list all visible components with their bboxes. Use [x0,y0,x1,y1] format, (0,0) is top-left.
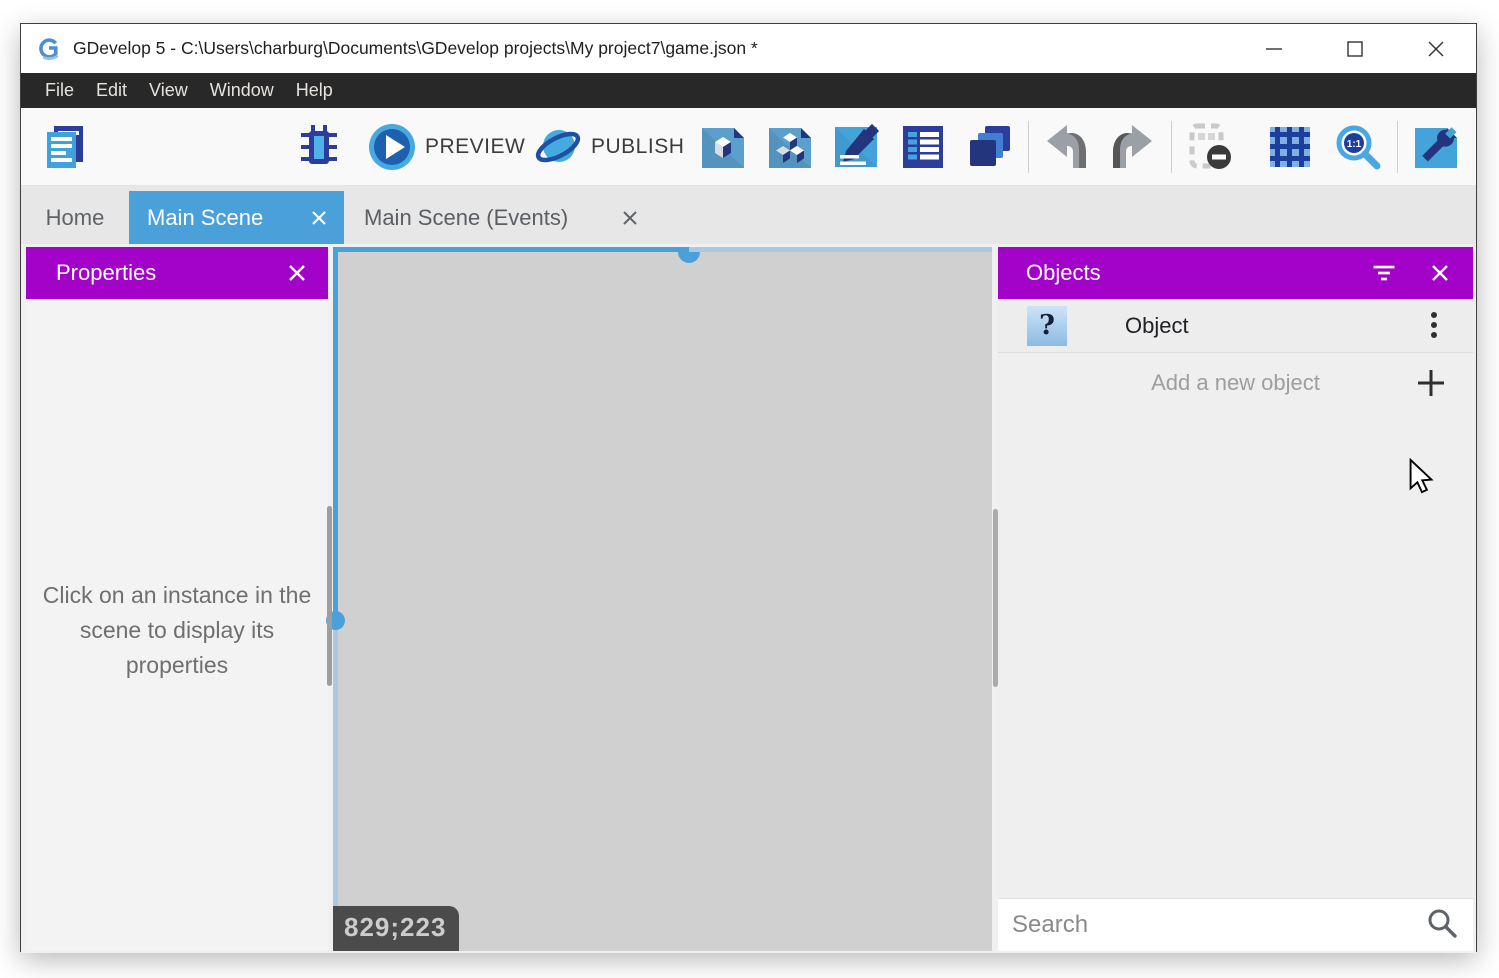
menu-edit[interactable]: Edit [85,73,138,108]
preview-label: PREVIEW [425,135,525,159]
project-manager-button[interactable] [39,122,89,172]
project-manager-icon [39,122,89,172]
menu-view[interactable]: View [138,73,199,108]
toggle-window-mask-button[interactable] [1185,122,1235,172]
window-title: GDevelop 5 - C:\Users\charburg\Documents… [73,38,758,59]
add-new-object-button[interactable]: Add a new object [998,353,1473,413]
properties-empty-message: Click on an instance in the scene to dis… [26,578,328,683]
scene-properties-pencil-icon [831,122,881,172]
layers-icon [964,122,1014,172]
kebab-menu-icon [1430,311,1438,341]
instances-list-icon [898,122,948,172]
properties-panel: Properties Click on an instance in the s… [26,247,328,951]
edit-objects-icon [698,122,748,172]
window-controls [1233,24,1476,73]
scene-canvas[interactable]: 829;223 [333,247,992,951]
properties-close-button[interactable] [282,258,312,288]
preview-play-icon [367,122,417,172]
zoom-original-button[interactable]: 1:1 [1333,122,1383,172]
toolbar-separator [1028,121,1029,173]
toolbar-separator [1171,121,1172,173]
scene-border-left-extension [333,621,338,951]
close-icon [287,263,307,283]
properties-panel-header: Properties [26,247,328,299]
objects-search-input[interactable] [998,911,1425,939]
preview-button[interactable]: PREVIEW [367,122,525,172]
svg-text:1:1: 1:1 [1347,139,1362,150]
scene-border-top [333,247,689,252]
menu-window[interactable]: Window [199,73,285,108]
canvas-left-scrollbar[interactable] [327,506,332,686]
menu-bar: File Edit View Window Help [21,73,1476,108]
tab-main-scene[interactable]: Main Scene [129,191,344,244]
tab-main-scene-close-button[interactable] [308,207,330,229]
edit-scene-properties-button[interactable] [831,122,881,172]
tab-main-scene-events-close-button[interactable] [619,207,641,229]
gdevelop-logo-icon [37,36,62,61]
zoom-one-to-one-icon: 1:1 [1333,122,1383,172]
close-icon [1430,263,1450,283]
close-icon [311,210,327,226]
plus-icon [1415,367,1447,404]
tab-home[interactable]: Home [21,191,129,244]
minimize-icon [1264,39,1284,59]
object-unknown-thumbnail-icon: ? [1027,306,1067,346]
debug-button[interactable] [294,122,344,172]
add-new-object-label: Add a new object [1151,370,1320,396]
tab-main-scene-label: Main Scene [147,205,263,231]
object-list-item[interactable]: ? Object [998,299,1473,353]
toggle-grid-button[interactable] [1265,122,1315,172]
cursor-coordinates-badge: 829;223 [333,906,459,951]
mouse-cursor [1408,458,1434,494]
tab-home-label: Home [46,205,105,231]
filter-icon [1369,261,1399,285]
objects-filter-button[interactable] [1369,258,1399,288]
grid-icon [1265,122,1315,172]
edit-object-groups-icon [765,122,815,172]
open-settings-button[interactable] [1411,122,1461,172]
close-icon [622,210,638,226]
maximize-icon [1345,39,1365,59]
objects-panel: Objects ? Object [998,247,1473,951]
publish-label: PUBLISH [591,135,684,159]
debug-bug-icon [294,122,344,172]
search-icon [1425,906,1459,945]
objects-panel-header: Objects [998,247,1473,299]
window-mask-icon [1185,122,1235,172]
tab-main-scene-events-label: Main Scene (Events) [364,205,568,231]
undo-button[interactable] [1042,122,1092,172]
close-icon [1426,39,1446,59]
tab-main-scene-events[interactable]: Main Scene (Events) [344,191,657,244]
main-toolbar: PREVIEW PUBLISH [21,108,1476,186]
close-button[interactable] [1395,24,1476,73]
open-instances-list-button[interactable] [898,122,948,172]
objects-search-bar [998,898,1473,951]
toolbar-separator [1397,121,1398,173]
title-bar: GDevelop 5 - C:\Users\charburg\Documents… [21,24,1476,73]
publish-globe-icon [533,122,583,172]
scene-border-top-extension [689,247,992,252]
scene-border-left [333,247,338,621]
object-name: Object [1125,313,1189,339]
edit-objects-button[interactable] [698,122,748,172]
edit-object-groups-button[interactable] [765,122,815,172]
undo-icon [1042,122,1092,172]
menu-file[interactable]: File [34,73,85,108]
menu-help[interactable]: Help [285,73,344,108]
settings-wrench-icon [1411,122,1461,172]
object-menu-button[interactable] [1419,311,1449,341]
publish-button[interactable]: PUBLISH [533,122,684,172]
redo-icon [1107,122,1157,172]
objects-close-button[interactable] [1425,258,1455,288]
maximize-button[interactable] [1314,24,1395,73]
minimize-button[interactable] [1233,24,1314,73]
properties-panel-title: Properties [26,260,156,286]
scene-resize-handle-top[interactable] [678,252,700,263]
editor-content: Properties Click on an instance in the s… [21,244,1476,953]
open-layers-editor-button[interactable] [964,122,1014,172]
app-window: GDevelop 5 - C:\Users\charburg\Documents… [20,23,1477,952]
editor-tab-bar: Home Main Scene Main Scene (Events) [21,186,1476,244]
redo-button[interactable] [1107,122,1157,172]
objects-panel-title: Objects [998,260,1101,286]
